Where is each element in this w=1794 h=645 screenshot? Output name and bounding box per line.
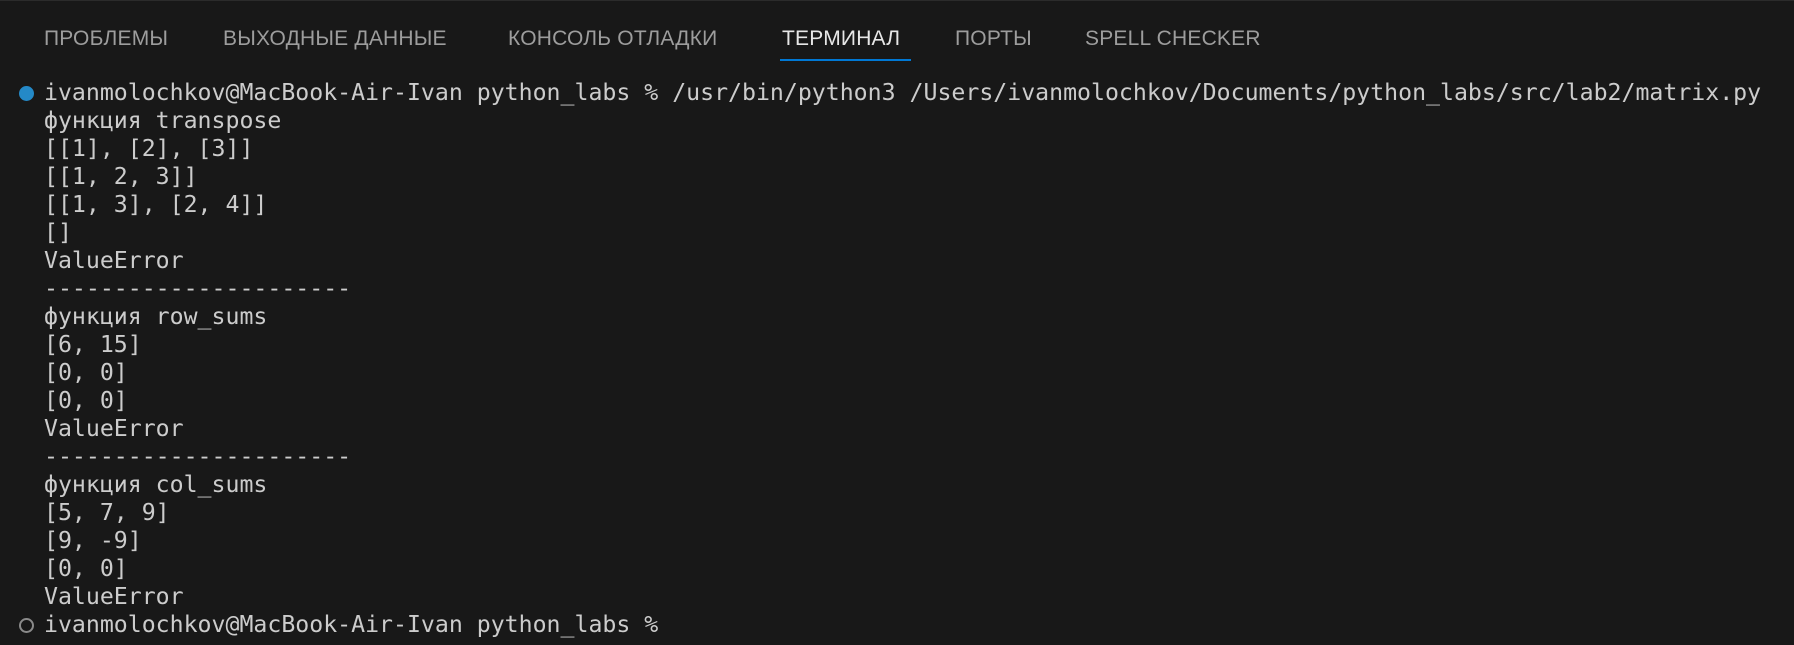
output-line: [5, 7, 9]: [44, 499, 170, 526]
output-line: []: [44, 219, 72, 246]
tab-spell-checker[interactable]: SPELL CHECKER: [1085, 27, 1261, 57]
output-line: [9, -9]: [44, 527, 142, 554]
tab-output[interactable]: ВЫХОДНЫЕ ДАННЫЕ: [223, 27, 447, 57]
output-line: [0, 0]: [44, 359, 128, 386]
panel-tab-bar: ПРОБЛЕМЫ ВЫХОДНЫЕ ДАННЫЕ КОНСОЛЬ ОТЛАДКИ…: [0, 1, 1794, 77]
output-line: [[1, 3], [2, 4]]: [44, 191, 268, 218]
output-line: функция row_sums: [44, 303, 268, 330]
tab-ports[interactable]: ПОРТЫ: [955, 27, 1032, 57]
output-line: [6, 15]: [44, 331, 142, 358]
output-line: [0, 0]: [44, 555, 128, 582]
command-success-icon[interactable]: [19, 86, 34, 101]
prompt-line: ivanmolochkov@MacBook-Air-Ivan python_la…: [44, 611, 673, 638]
output-line: [0, 0]: [44, 387, 128, 414]
output-line: ValueError: [44, 583, 184, 610]
active-tab-indicator: [780, 59, 911, 61]
output-line: функция transpose: [44, 107, 282, 134]
terminal-output[interactable]: ivanmolochkov@MacBook-Air-Ivan python_la…: [0, 77, 1794, 645]
command-line: ivanmolochkov@MacBook-Air-Ivan python_la…: [44, 79, 1762, 106]
tab-terminal[interactable]: ТЕРМИНАЛ: [782, 27, 900, 57]
output-line: ValueError: [44, 415, 184, 442]
output-line: [[1, 2, 3]]: [44, 163, 198, 190]
output-line: [[1], [2], [3]]: [44, 135, 254, 162]
command-idle-icon[interactable]: [19, 618, 34, 633]
output-line: ----------------------: [44, 443, 352, 470]
tab-problems[interactable]: ПРОБЛЕМЫ: [44, 27, 168, 57]
output-line: функция col_sums: [44, 471, 268, 498]
tab-debug-console[interactable]: КОНСОЛЬ ОТЛАДКИ: [508, 27, 717, 57]
terminal-panel: ПРОБЛЕМЫ ВЫХОДНЫЕ ДАННЫЕ КОНСОЛЬ ОТЛАДКИ…: [0, 0, 1794, 644]
output-line: ----------------------: [44, 275, 352, 302]
output-line: ValueError: [44, 247, 184, 274]
